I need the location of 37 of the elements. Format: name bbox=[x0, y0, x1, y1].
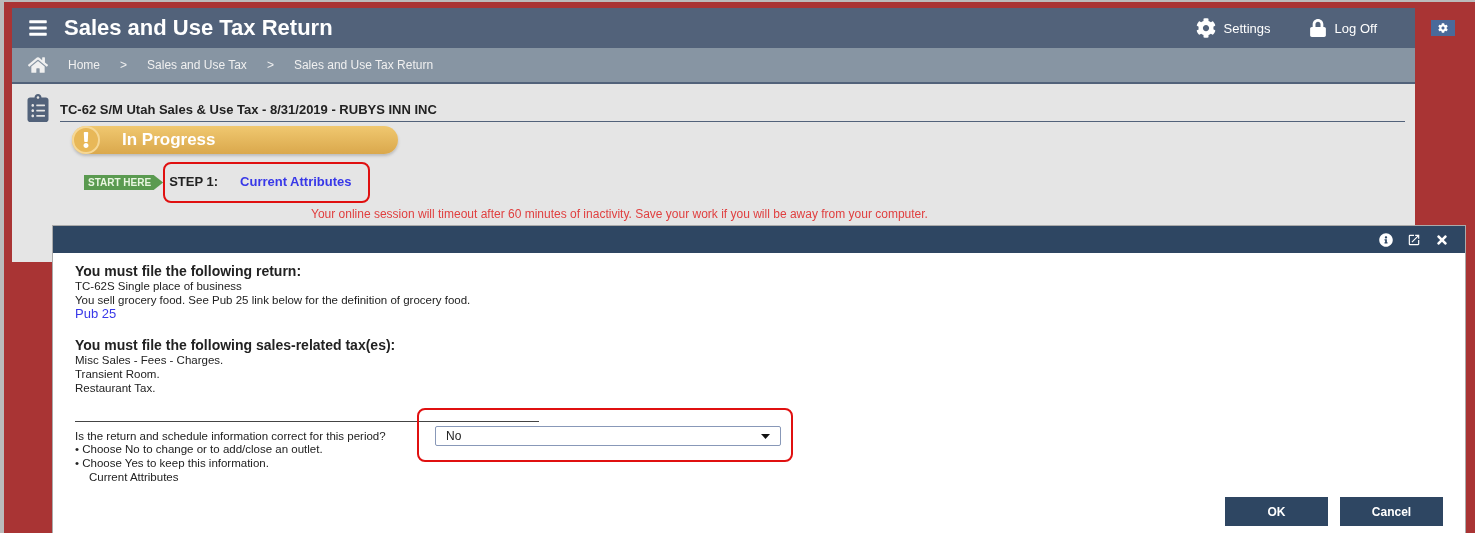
timeout-message: Your online session will timeout after 60 minutes of inactivity. Save your work if you will be away from your computer. bbox=[311, 207, 929, 221]
exclamation-icon bbox=[72, 126, 100, 154]
note-text: Current Attributes bbox=[88, 470, 179, 484]
settings-link[interactable]: Settings bbox=[1195, 18, 1271, 38]
info-text: Transient Room. bbox=[75, 367, 161, 381]
dialog-button[interactable]: OK bbox=[1225, 497, 1328, 526]
info-icon[interactable] bbox=[1379, 232, 1393, 247]
menu-icon[interactable] bbox=[28, 18, 48, 38]
home-icon[interactable] bbox=[28, 55, 48, 75]
log-off-link[interactable]: Log Off bbox=[1308, 19, 1377, 37]
settings-icon bbox=[1195, 18, 1216, 38]
settings-button[interactable] bbox=[1431, 20, 1455, 36]
breadcrumb-separator: > bbox=[266, 58, 274, 72]
info-text: Misc Sales - Fees - Charges. bbox=[75, 353, 225, 367]
start-here-badge: START HERE bbox=[84, 175, 164, 190]
section-heading: You must file the following sales-related tax(es): bbox=[75, 337, 397, 353]
close-icon[interactable] bbox=[1435, 232, 1449, 247]
popout-icon[interactable] bbox=[1407, 232, 1421, 247]
status-text: In Progress bbox=[122, 130, 216, 150]
info-text: You sell grocery food. See Pub 25 link below for the definition of grocery food. bbox=[75, 293, 472, 307]
question-text: Is the return and schedule information correct for this period? bbox=[75, 430, 387, 442]
step-link[interactable]: Current Attributes bbox=[240, 174, 352, 189]
caret-icon bbox=[761, 433, 770, 439]
bullet-text: • Choose No to change or to add/close an outlet. bbox=[75, 442, 323, 456]
gear-icon bbox=[1438, 23, 1448, 33]
bullet-text: • Choose Yes to keep this information. bbox=[75, 456, 269, 470]
dialog-button[interactable]: Cancel bbox=[1340, 497, 1443, 526]
breadcrumb-separator: > bbox=[120, 58, 128, 72]
step-label: STEP 1: bbox=[169, 174, 219, 189]
info-text: TC-62S Single place of business bbox=[75, 279, 243, 293]
lock-icon bbox=[1308, 19, 1327, 37]
page-title: Sales and Use Tax Return bbox=[64, 15, 334, 41]
section-heading: You must file the following return: bbox=[75, 263, 303, 279]
pub-link[interactable]: Pub 25 bbox=[75, 306, 117, 321]
return-title: TC-62 S/M Utah Sales & Use Tax - 8/31/2019 - RUBYS INN INC bbox=[60, 102, 1405, 122]
answer-select[interactable]: No bbox=[435, 426, 781, 446]
info-text: Restaurant Tax. bbox=[75, 381, 157, 395]
